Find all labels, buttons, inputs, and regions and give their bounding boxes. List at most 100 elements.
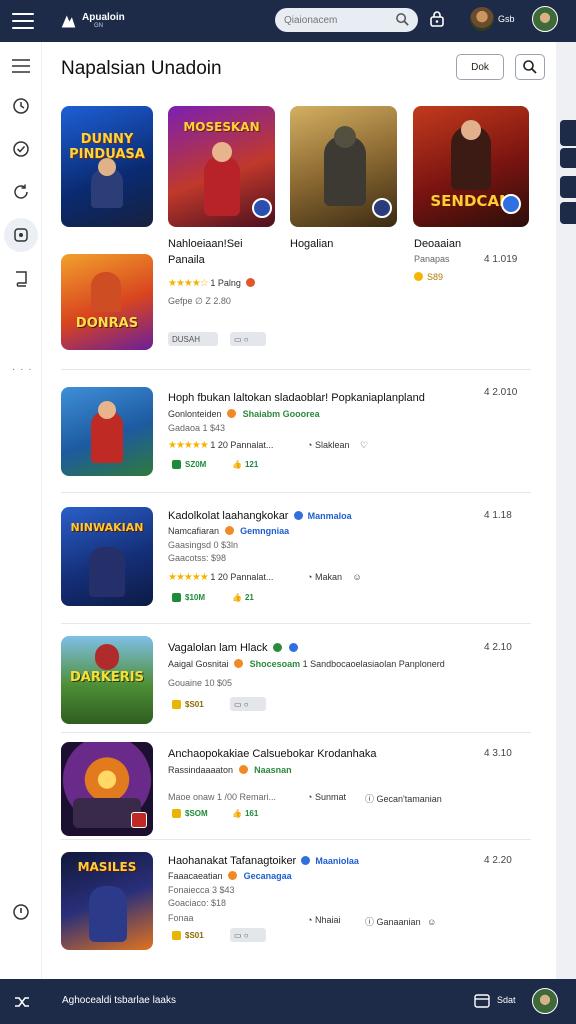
- list-item-title[interactable]: Hoph fbukan laltokan sladaoblar! Popkani…: [168, 392, 425, 404]
- shuffle-icon[interactable]: [14, 994, 30, 1010]
- game-thumbnail[interactable]: MOSESKAN: [168, 106, 275, 227]
- list-item-title[interactable]: Anchaopokakiae Calsuebokar Krodanhaka: [168, 748, 377, 760]
- list-item-thumbnail[interactable]: NINWAKIAN: [61, 507, 153, 606]
- action-text: Gecan'tamanian: [376, 794, 442, 804]
- footer-avatar[interactable]: [532, 988, 558, 1014]
- user-label[interactable]: Gsb: [498, 14, 515, 24]
- file-size: 4 1.019: [484, 254, 518, 265]
- star-rating-icon: ★★★★☆: [168, 278, 209, 289]
- game-thumbnail[interactable]: DONRAS: [61, 254, 153, 350]
- list-item-thumbnail[interactable]: [61, 742, 153, 836]
- list-item-meta: Aaigal Gosnitai Shocesoam 1 Sandbocaoela…: [168, 659, 445, 669]
- logo-icon: [61, 15, 76, 27]
- main-content: Napalsian Unadoin Dok DUNNY PINDUASA MOS…: [42, 42, 556, 979]
- card-icon[interactable]: [474, 994, 490, 1008]
- dot-icon: [224, 526, 234, 535]
- footer-user-label[interactable]: Sdat: [497, 995, 516, 1005]
- smile-icon[interactable]: ☺: [352, 572, 361, 582]
- toggle-tag[interactable]: ▭ ○: [230, 332, 266, 346]
- chat-icon: ◔: [307, 572, 313, 582]
- sidebar-info-icon[interactable]: [4, 895, 38, 929]
- count-text: 121: [244, 459, 259, 469]
- game-thumbnail[interactable]: [290, 106, 397, 227]
- smile-icon[interactable]: ☺: [427, 917, 436, 927]
- check-icon: [172, 592, 181, 602]
- info-icon: ⓘ: [365, 917, 375, 927]
- dok-button[interactable]: Dok: [456, 54, 504, 80]
- price-tag[interactable]: $S01: [168, 697, 208, 711]
- sidebar-library-icon[interactable]: [4, 218, 38, 252]
- platform-badge: [501, 194, 521, 214]
- user-avatar[interactable]: [470, 7, 494, 31]
- action-link[interactable]: ⓘ Ganaanian ☺: [365, 915, 436, 928]
- action-link[interactable]: ◔ Sunmat: [307, 792, 346, 802]
- sidebar-refresh-icon[interactable]: [4, 175, 38, 209]
- search-bar[interactable]: [275, 8, 418, 32]
- menu-icon[interactable]: [12, 13, 34, 29]
- price-tag[interactable]: $10M: [168, 590, 209, 604]
- game-name[interactable]: Hogalian: [290, 238, 333, 250]
- price-row: S89: [414, 272, 443, 282]
- search-input[interactable]: [284, 14, 394, 26]
- side-tab[interactable]: [560, 120, 576, 146]
- thumbs-up-icon: 👍: [232, 459, 242, 469]
- heart-icon[interactable]: ♡: [360, 440, 368, 450]
- profile-avatar[interactable]: [532, 6, 558, 32]
- lock-icon[interactable]: [428, 10, 446, 28]
- top-bar: Apualoin GN Gsb: [0, 0, 576, 42]
- toggle-tag[interactable]: ▭ ○: [230, 697, 266, 711]
- price-tag[interactable]: SZ0M: [168, 457, 210, 471]
- game-art-title: MOSESKAN: [183, 120, 260, 134]
- list-item-thumbnail[interactable]: MASILES: [61, 852, 153, 950]
- price-tag[interactable]: $SOM: [168, 806, 212, 820]
- search-icon[interactable]: [395, 12, 410, 27]
- side-tab[interactable]: [560, 148, 576, 168]
- action-link[interactable]: ◔ Slaklean ♡: [307, 440, 368, 451]
- list-item-title[interactable]: Haohanakat Tafanagtoiker Maaniolaa: [168, 855, 359, 867]
- side-tab[interactable]: [560, 176, 576, 198]
- publisher: Faaacaeatian: [168, 871, 223, 881]
- game-meta: Gefpe ∅ Z 2.80: [168, 296, 231, 306]
- game-art-title: NINWAKIAN: [70, 521, 144, 534]
- like-count[interactable]: 👍 121: [228, 457, 262, 471]
- app-logo[interactable]: Apualoin GN: [60, 13, 125, 30]
- like-count[interactable]: 👍 161: [228, 806, 262, 820]
- game-name[interactable]: Deoaaian: [414, 238, 461, 250]
- divider: [61, 369, 531, 370]
- status-tag[interactable]: DUSAH: [168, 332, 218, 346]
- action-text: Nhaiai: [314, 915, 341, 925]
- chat-icon: ◔: [307, 915, 313, 925]
- sidebar-book-icon[interactable]: [4, 261, 38, 295]
- action-link[interactable]: ⓘ Gecan'tamanian: [365, 792, 442, 805]
- publisher: Aaigal Gosnitai: [168, 659, 229, 669]
- action-text: Makan: [314, 572, 342, 582]
- search-button[interactable]: [515, 54, 545, 80]
- sidebar-check-icon[interactable]: [4, 132, 38, 166]
- game-name[interactable]: Nahloeiaan!Sei: [168, 238, 243, 250]
- more-icon[interactable]: · · ·: [12, 364, 33, 375]
- price-tag[interactable]: $S01: [168, 928, 208, 942]
- sidebar: · · ·: [0, 42, 42, 979]
- toggle-tag[interactable]: ▭ ○: [230, 928, 266, 942]
- game-thumbnail[interactable]: SENDCAN: [413, 106, 529, 227]
- list-item-title[interactable]: Vagalolan lam Hlack: [168, 642, 300, 654]
- list-item-detail: Fonaiecca 3 $43: [168, 885, 235, 895]
- status-tag-text: DUSAH: [172, 334, 201, 344]
- rating-text: 1 Palng: [210, 278, 241, 288]
- list-item-title[interactable]: Kadolkolat laahangkokar Manmaloa: [168, 510, 352, 522]
- game-thumbnail[interactable]: DUNNY PINDUASA: [61, 106, 153, 227]
- dot-icon: [228, 871, 238, 880]
- list-item-thumbnail[interactable]: DARKERIS: [61, 636, 153, 724]
- sidebar-history-icon[interactable]: [4, 89, 38, 123]
- action-link[interactable]: ◔ Nhaiai: [307, 915, 340, 925]
- dot-icon: [238, 765, 248, 774]
- footer-text[interactable]: Aghocealdi tsbarlae laaks: [62, 995, 176, 1006]
- list-item-detail-3: Fonaa: [168, 913, 194, 923]
- sidebar-menu-icon[interactable]: [4, 49, 38, 83]
- file-size: 4 3.10: [484, 748, 512, 759]
- like-count[interactable]: 👍 21: [228, 590, 258, 604]
- action-link[interactable]: ◔ Makan ☺: [307, 572, 362, 582]
- side-tab[interactable]: [560, 202, 576, 224]
- list-item-thumbnail[interactable]: [61, 387, 153, 476]
- list-item-detail-2: Gaacotss: $98: [168, 553, 227, 563]
